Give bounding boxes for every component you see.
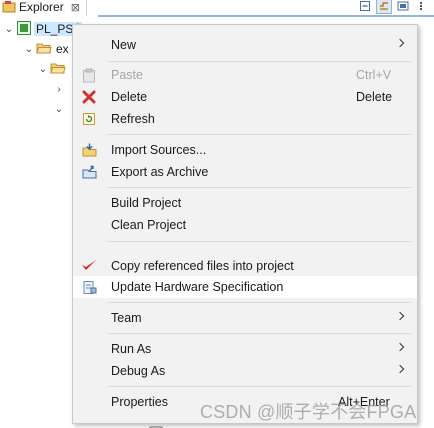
chevron-down-icon[interactable]: ⌄ [54, 104, 64, 115]
chevron-right-icon[interactable]: › [54, 84, 64, 95]
submenu-arrow-icon [395, 364, 405, 374]
chevron-down-icon[interactable]: ⌄ [4, 24, 14, 35]
chevron-down-icon[interactable]: ⌄ [38, 64, 48, 75]
refresh-icon [81, 111, 97, 127]
explorer-tab[interactable]: Explorer ⊠ [0, 0, 87, 16]
chevron-down-icon[interactable]: ⌄ [24, 44, 34, 55]
menu-item-label: Copy referenced files into project [111, 259, 294, 273]
tab-underline [98, 15, 434, 17]
menu-separator [107, 241, 411, 242]
tree-item-collapsed[interactable]: › [54, 80, 64, 98]
context-menu: New Paste Ctrl+V Delete Delete Refresh I… [72, 24, 418, 424]
menu-item-label: Properties [111, 395, 168, 409]
menu-item-build-project[interactable]: Build Project [73, 192, 417, 214]
menu-item-label: Team [111, 311, 142, 325]
menu-item-paste[interactable]: Paste Ctrl+V [73, 64, 417, 86]
submenu-arrow-icon [395, 342, 405, 352]
menu-item-import-sources[interactable]: Import Sources... [73, 139, 417, 161]
menu-item-clean-project[interactable]: Clean Project [73, 214, 417, 236]
menu-item-label: New [111, 38, 137, 52]
copy-files-icon [81, 258, 97, 274]
menu-separator [107, 61, 411, 62]
filter-icon[interactable] [396, 0, 410, 13]
menu-item-debug-as[interactable]: Debug As [73, 360, 417, 382]
export-archive-icon [81, 164, 97, 180]
explorer-toolbar [358, 0, 428, 14]
delete-icon [81, 89, 97, 105]
watermark: CSDN @顺子学不会FPGA [200, 402, 417, 422]
menu-item-new[interactable]: New [73, 34, 417, 56]
menu-item-update-hardware-spec[interactable]: Update Hardware Specification [73, 276, 417, 298]
menu-item-shortcut: Delete [356, 90, 393, 104]
menu-item-label: Refresh [111, 112, 155, 126]
menu-separator [107, 187, 411, 188]
explorer-tab-title: Explorer [19, 0, 64, 14]
collapse-all-icon[interactable] [358, 0, 372, 13]
menu-item-refresh[interactable]: Refresh [73, 108, 417, 130]
menu-separator [107, 302, 411, 303]
tree-item-subfolder[interactable]: ⌄ [38, 60, 66, 78]
menu-item-label: Paste [111, 68, 143, 82]
paste-icon [81, 67, 97, 83]
tree-item-expanded[interactable]: ⌄ [54, 100, 64, 118]
menu-item-team[interactable]: Team [73, 307, 417, 329]
hardware-spec-icon [81, 279, 97, 295]
tree-item-project[interactable]: ⌄ PL_PS1 [4, 20, 83, 39]
import-icon [81, 142, 97, 158]
explorer-view-header: Explorer ⊠ [0, 0, 434, 17]
project-icon [16, 20, 32, 39]
menu-item-label: Import Sources... [111, 143, 207, 157]
menu-item-delete[interactable]: Delete Delete [73, 86, 417, 108]
menu-item-label: Update Hardware Specification [111, 280, 284, 294]
menu-item-label: Delete [111, 90, 148, 104]
folder-open-icon [50, 61, 66, 78]
menu-separator [107, 386, 411, 387]
menu-item-label: Clean Project [111, 218, 187, 232]
view-menu-icon[interactable] [414, 0, 428, 13]
menu-item-label: Debug As [111, 364, 166, 378]
link-with-editor-icon[interactable] [376, 0, 392, 14]
tree-item-folder[interactable]: ⌄ ex [24, 40, 71, 58]
folder-open-icon [36, 41, 52, 58]
menu-separator [107, 134, 411, 135]
menu-item-export-archive[interactable]: Export as Archive [73, 161, 417, 183]
menu-item-label: Run As [111, 342, 152, 356]
explorer-view-icon [2, 0, 16, 14]
menu-item-label: Export as Archive [111, 165, 209, 179]
menu-item-label: Build Project [111, 196, 182, 210]
menu-separator [107, 333, 411, 334]
submenu-arrow-icon [395, 38, 405, 48]
menu-item-copy-referenced-files[interactable]: Copy referenced files into project [73, 255, 417, 277]
menu-item-run-as[interactable]: Run As [73, 338, 417, 360]
submenu-arrow-icon [395, 311, 405, 321]
folder-label: ex [56, 42, 69, 56]
menu-item-shortcut: Ctrl+V [356, 68, 392, 82]
close-icon[interactable]: ⊠ [71, 1, 80, 14]
